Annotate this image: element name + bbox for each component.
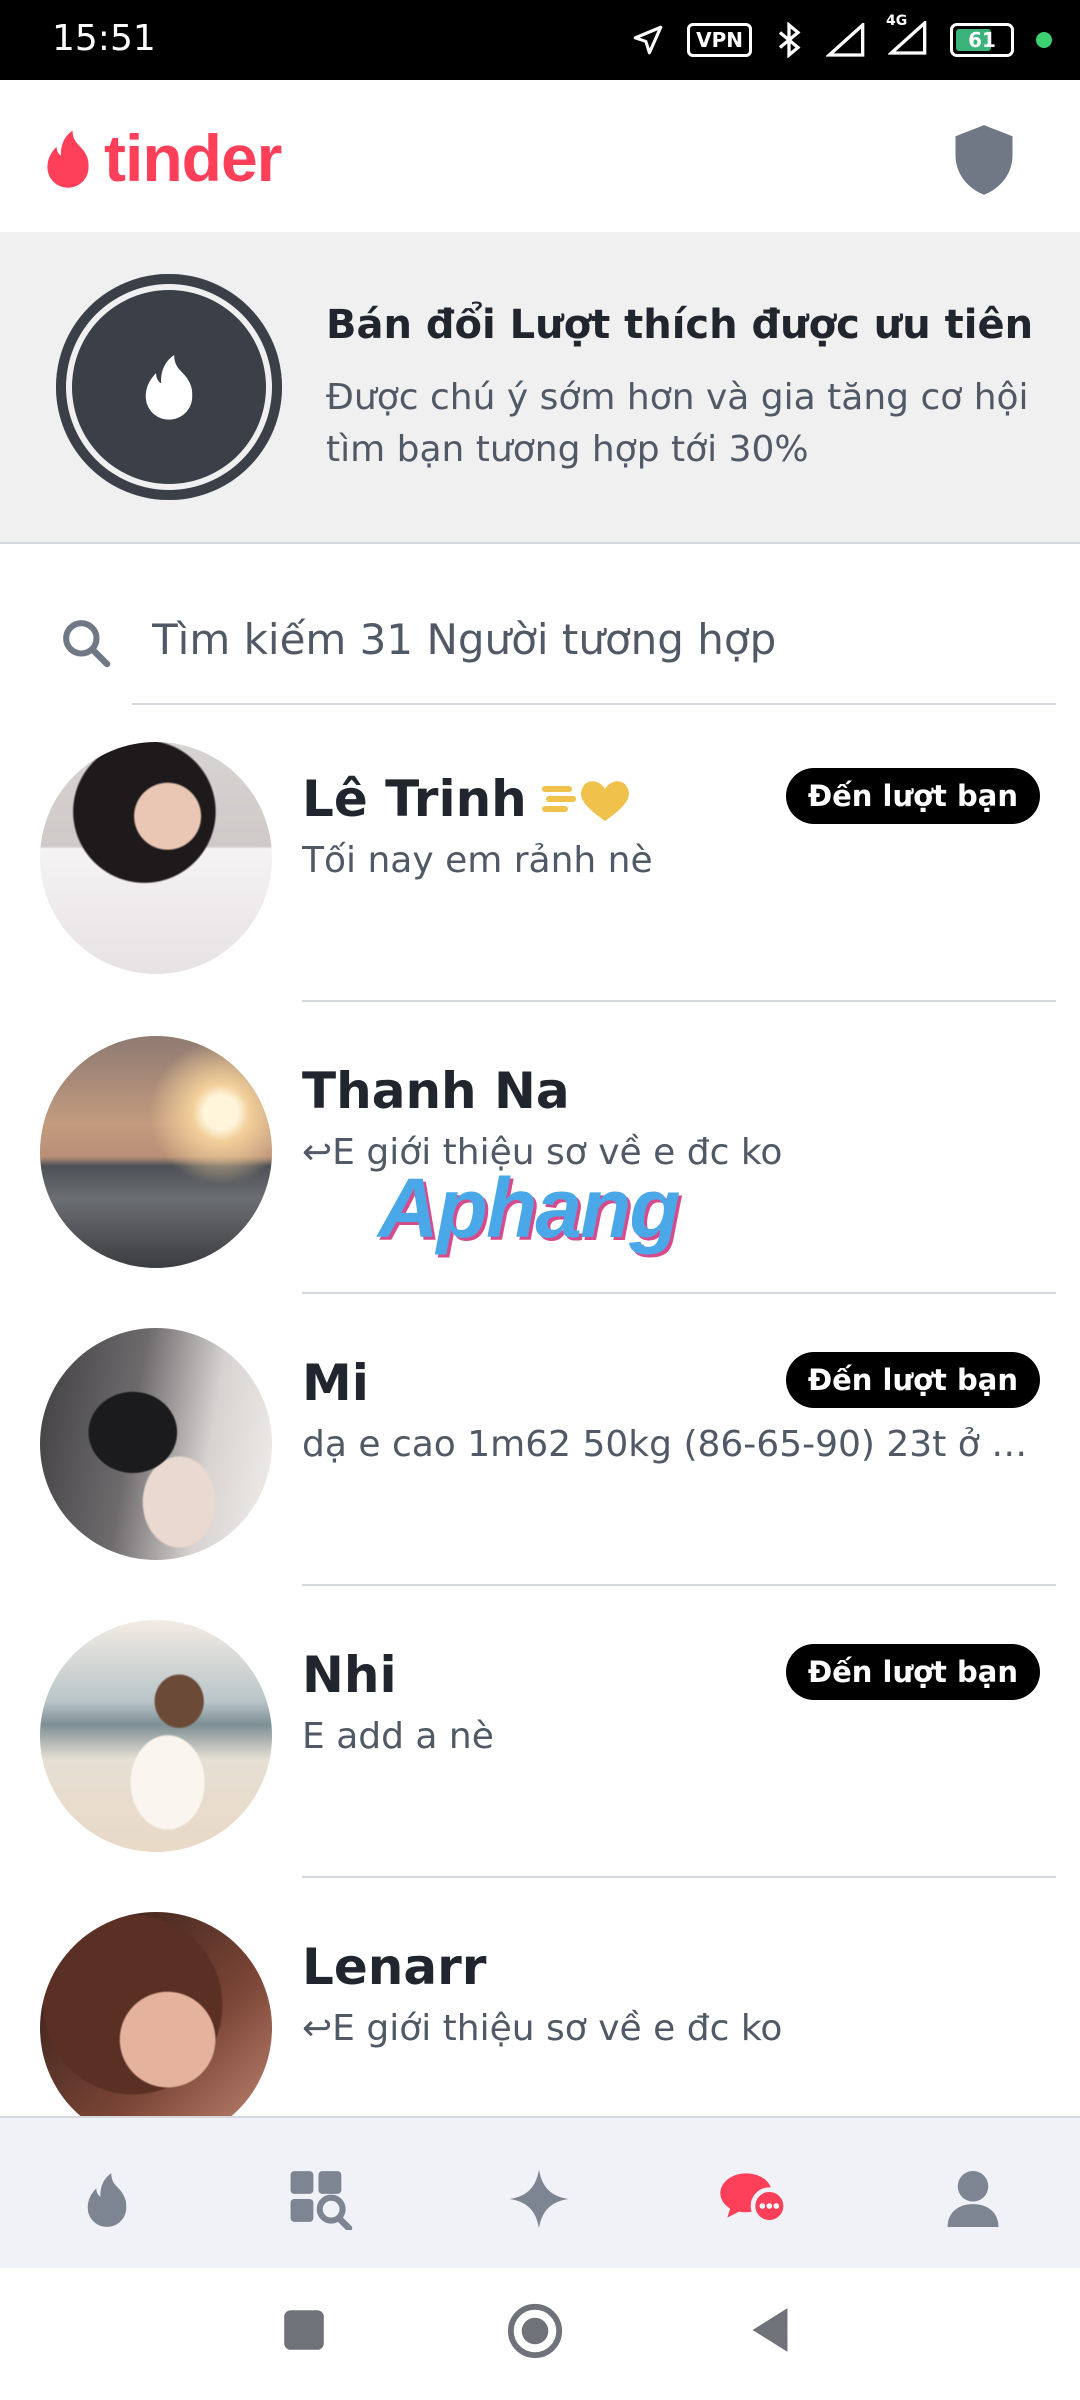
priority-likes-promo[interactable]: Bán đổi Lượt thích được ưu tiên Được chú… [0,232,1080,544]
profile-icon [947,2171,999,2227]
tab-discover[interactable] [72,2164,142,2234]
list-item[interactable]: Nhi E add a nè Đến lượt bạn [0,1586,1080,1878]
match-name-text: Nhi [302,1646,397,1704]
recents-button[interactable] [282,2308,326,2356]
explore-icon [290,2171,353,2230]
match-name: Nhi [302,1646,397,1704]
match-name-text: Lê Trinh [302,770,527,828]
match-last-message: ↩E giới thiệu sơ về e đc ko [302,2008,783,2049]
match-name: Mi [302,1354,369,1412]
vpn-indicator: VPN [687,23,752,57]
shield-icon [955,125,1013,195]
battery-indicator: 61 [950,23,1014,57]
watermark-logo: Aphang [378,1161,681,1255]
back-triangle-icon [752,2308,788,2352]
promo-flame-badge [56,274,282,500]
avatar [40,1620,272,1852]
your-turn-badge: Đến lượt bạn [785,768,1040,824]
promo-title: Bán đổi Lượt thích được ưu tiên [326,302,1034,348]
tab-messages[interactable] [718,2164,788,2234]
match-list: Lê Trinh Tối nay em rảnh nè Đến lượt bạn… [0,710,1080,2170]
match-name: Lenarr [302,1938,486,1996]
match-name-text: Thanh Na [302,1062,570,1120]
location-icon [633,25,663,55]
app-header: tinder [0,80,1080,232]
back-button[interactable] [748,2306,792,2358]
search-icon [63,620,111,668]
match-name: Lê Trinh [302,770,633,828]
sparkle-icon [509,2169,569,2229]
match-search [0,575,1080,705]
match-name-text: Lenarr [302,1938,487,1996]
avatar [40,1912,272,2144]
match-name: Thanh Na [302,1062,570,1120]
privacy-dot [1036,32,1052,48]
match-last-message: Tối nay em rảnh nè [302,840,653,881]
list-item[interactable]: Lê Trinh Tối nay em rảnh nè Đến lượt bạn [0,710,1080,1002]
list-item[interactable]: Mi dạ e cao 1m62 50kg (86-65-90) 23t ở q… [0,1294,1080,1586]
search-underline [132,703,1056,705]
avatar [40,1036,272,1268]
match-name-text: Mi [302,1354,369,1412]
flame-icon [87,2173,127,2227]
logo-text: tinder [104,121,282,195]
avatar [40,1328,272,1560]
signal-icon [826,23,865,57]
bottom-tab-bar [0,2116,1080,2270]
search-input[interactable] [150,603,1034,675]
flame-icon [145,355,193,420]
your-turn-badge: Đến lượt bạn [785,1352,1040,1408]
status-bar: 15:51 VPN 4G 61 [0,0,1080,80]
network-type: 4G [886,13,908,29]
tab-top-picks[interactable] [504,2164,574,2234]
your-turn-badge: Đến lượt bạn [785,1644,1040,1700]
match-last-message: dạ e cao 1m62 50kg (86-65-90) 23t ở q... [302,1424,1042,1465]
tinder-logo: tinder [40,120,282,196]
status-icons: VPN 4G 61 [631,13,1052,62]
tab-explore[interactable] [286,2164,356,2234]
safety-shield-button[interactable] [946,122,1022,202]
square-icon [284,2310,324,2350]
chat-icon [720,2173,788,2225]
tab-profile[interactable] [938,2164,1008,2234]
flame-logo-icon [47,130,89,188]
avatar [40,742,272,974]
promo-subtitle: Được chú ý sớm hơn và gia tăng cơ hội tì… [326,377,1029,470]
home-circle-icon [507,2303,563,2359]
bluetooth-icon [778,22,801,58]
super-like-heart-icon [541,781,629,821]
battery-level: 61 [968,28,996,52]
status-time: 15:51 [52,18,156,59]
match-last-message: E add a nè [302,1716,494,1757]
system-nav-bar [0,2268,1080,2400]
home-button[interactable] [506,2302,564,2364]
